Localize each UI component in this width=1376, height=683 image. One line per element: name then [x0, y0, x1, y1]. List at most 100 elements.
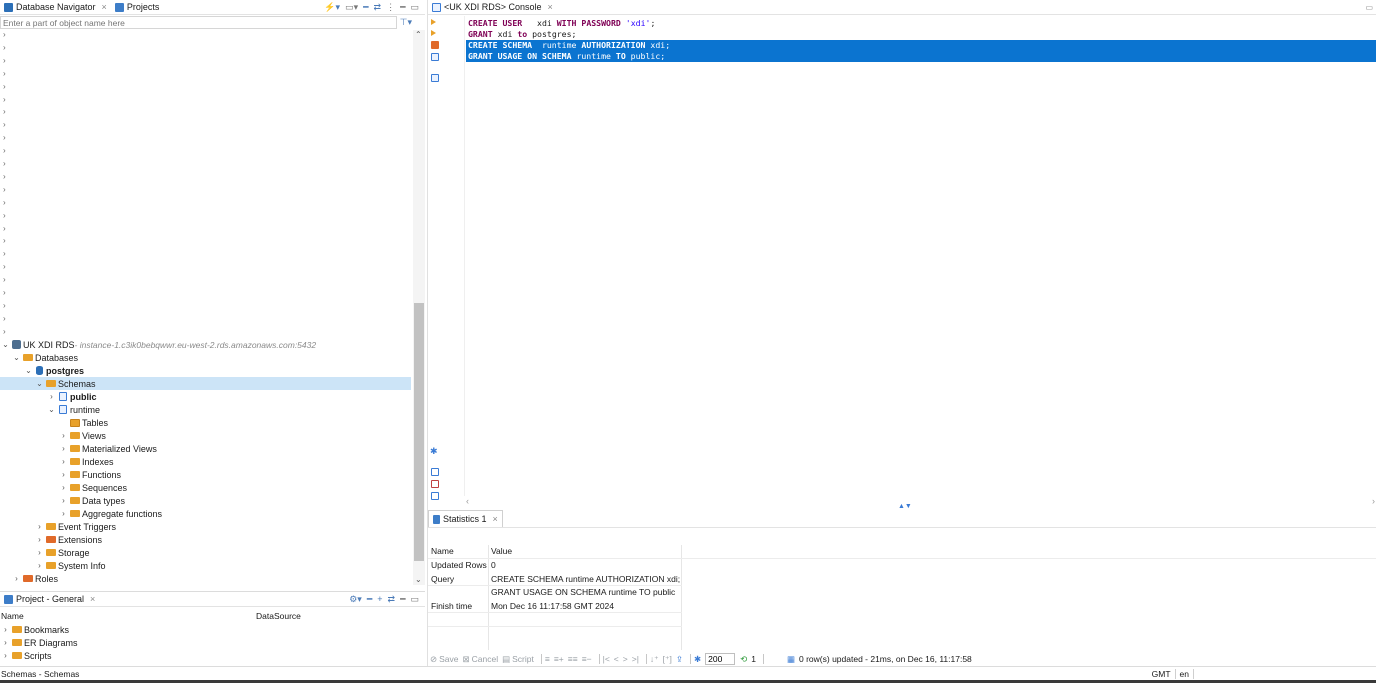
chevron-right-icon[interactable]: ›	[3, 198, 6, 207]
tree-item-roles[interactable]: › Roles	[12, 572, 58, 585]
chevron-right-icon[interactable]: ›	[59, 444, 68, 453]
chevron-right-icon[interactable]: ›	[47, 392, 56, 401]
grid-row[interactable]: Updated Rows 0	[428, 559, 682, 573]
status-bar-timezone[interactable]: GMT	[1152, 668, 1176, 679]
chevron-right-icon[interactable]: ›	[3, 301, 6, 310]
new-folder-icon[interactable]: ▭▾	[345, 2, 358, 13]
refresh-icon[interactable]: ⟲	[740, 654, 747, 665]
tab-database-navigator[interactable]: Database Navigator ×	[0, 0, 111, 15]
tab-statistics-1[interactable]: Statistics 1 ×	[428, 510, 503, 527]
grid-row[interactable]: GRANT USAGE ON SCHEMA runtime TO public	[428, 586, 682, 600]
chevron-right-icon[interactable]: ›	[59, 470, 68, 479]
new-script-icon[interactable]	[431, 53, 439, 61]
editor-horizontal-scrollbar[interactable]: ‹ ›	[466, 496, 1375, 506]
chevron-right-icon[interactable]: ›	[59, 496, 68, 505]
close-icon[interactable]: ×	[102, 2, 107, 12]
save-button[interactable]: ⊘ Save	[430, 654, 459, 665]
chevron-right-icon[interactable]: ›	[3, 56, 6, 65]
status-bar-locale[interactable]: en	[1176, 668, 1194, 679]
navigator-scrollbar[interactable]: ⌃ ⌄	[413, 30, 425, 585]
chevron-right-icon[interactable]: ›	[3, 30, 6, 39]
settings-icon[interactable]: ✱	[430, 446, 438, 457]
configure-icon[interactable]: ⚙▾	[349, 594, 362, 605]
first-page-icon[interactable]: |<	[603, 654, 610, 664]
chevron-right-icon[interactable]: ›	[59, 431, 68, 440]
chevron-right-icon[interactable]: ›	[3, 224, 6, 233]
export-data-icon[interactable]: ⇪	[676, 654, 683, 665]
chevron-right-icon[interactable]: ›	[3, 95, 6, 104]
chevron-right-icon[interactable]: ›	[35, 548, 44, 557]
fetch-size-settings-icon[interactable]: ✱	[694, 654, 701, 665]
next-page-icon[interactable]: >	[623, 654, 628, 664]
chevron-right-icon[interactable]: ›	[3, 43, 6, 52]
tab-projects[interactable]: Projects	[111, 0, 164, 15]
close-icon[interactable]: ×	[493, 514, 498, 524]
maximize-icon[interactable]: ▭	[1365, 3, 1373, 12]
chevron-right-icon[interactable]: ›	[3, 288, 6, 297]
maximize-icon[interactable]: ▭	[410, 2, 419, 13]
output-panel-icon[interactable]	[431, 74, 439, 82]
chevron-right-icon[interactable]: ›	[59, 509, 68, 518]
tree-item-tables[interactable]: Tables	[59, 416, 108, 429]
tree-item-aggregate-functions[interactable]: › Aggregate functions	[59, 507, 162, 520]
project-item-er-diagrams[interactable]: › ER Diagrams	[1, 636, 77, 649]
chevron-down-icon[interactable]: ⌄	[12, 353, 21, 362]
tree-item-functions[interactable]: › Functions	[59, 468, 121, 481]
close-icon[interactable]: ×	[90, 594, 95, 604]
chevron-right-icon[interactable]: ›	[35, 561, 44, 570]
project-col-name[interactable]: Name	[1, 611, 24, 621]
tree-item-system-info[interactable]: › System Info	[35, 559, 105, 572]
explain-plan-icon[interactable]	[431, 41, 439, 49]
cancel-button[interactable]: ⊠ Cancel	[463, 654, 499, 665]
connect-icon[interactable]: ⚡▾	[324, 2, 340, 13]
tree-item-materialized-views[interactable]: › Materialized Views	[59, 442, 157, 455]
chevron-right-icon[interactable]: ›	[1, 651, 10, 660]
previous-page-icon[interactable]: <	[614, 654, 619, 664]
chevron-right-icon[interactable]: ›	[3, 185, 6, 194]
scroll-up-icon[interactable]: ⌃	[415, 30, 422, 39]
last-page-icon[interactable]: >|	[632, 654, 639, 664]
tree-item-public[interactable]: › public	[47, 390, 96, 403]
copy-row-icon[interactable]: ≡≡	[568, 654, 578, 664]
grid-row[interactable]: Query CREATE SCHEMA runtime AUTHORIZATIO…	[428, 573, 682, 586]
export-icon[interactable]	[431, 468, 439, 476]
grid-header-value[interactable]: Value	[488, 545, 681, 559]
navigator-filter-input[interactable]	[0, 16, 397, 29]
tree-item-extensions[interactable]: › Extensions	[35, 533, 102, 546]
import-icon[interactable]	[431, 480, 439, 488]
execute-script-icon[interactable]	[431, 30, 436, 36]
chevron-right-icon[interactable]: ›	[3, 236, 6, 245]
scrollbar-thumb[interactable]	[414, 303, 424, 561]
collapse-all-icon[interactable]: ━	[363, 2, 368, 13]
chevron-right-icon[interactable]: ›	[59, 457, 68, 466]
chevron-right-icon[interactable]: ›	[3, 69, 6, 78]
chevron-right-icon[interactable]: ›	[3, 249, 6, 258]
sql-code-area[interactable]: CREATE USER xdi WITH PASSWORD 'xdi'; GRA…	[466, 18, 1376, 496]
chevron-down-icon[interactable]: ⌄	[35, 379, 44, 388]
project-col-datasource[interactable]: DataSource	[256, 611, 301, 621]
grid-header-name[interactable]: Name	[428, 545, 488, 559]
panel-resize-handle[interactable]: ▲▼	[898, 503, 912, 510]
collapse-icon[interactable]: ━	[367, 594, 372, 605]
project-item-bookmarks[interactable]: › Bookmarks	[1, 623, 69, 636]
grid-row[interactable]: Finish time Mon Dec 16 11:17:58 GMT 2024	[428, 600, 682, 613]
delete-row-icon[interactable]: ≡−	[582, 654, 592, 664]
chevron-down-icon[interactable]: ⌄	[47, 405, 56, 414]
tree-item-views[interactable]: › Views	[59, 429, 106, 442]
scroll-left-icon[interactable]: ‹	[466, 496, 469, 506]
chevron-right-icon[interactable]: ›	[3, 262, 6, 271]
chevron-right-icon[interactable]: ›	[3, 314, 6, 323]
chevron-down-icon[interactable]: ⌄	[1, 340, 10, 349]
tab-console[interactable]: <UK XDI RDS> Console ×	[428, 0, 557, 15]
add-icon[interactable]: +	[377, 594, 382, 604]
chevron-right-icon[interactable]: ›	[3, 82, 6, 91]
chevron-right-icon[interactable]: ›	[1, 625, 10, 634]
minimize-icon[interactable]: ━	[400, 594, 405, 605]
tree-item-data-types[interactable]: › Data types	[59, 494, 125, 507]
edit-row-icon[interactable]: ≡	[545, 654, 550, 664]
tree-item-schemas[interactable]: ⌄ Schemas	[35, 377, 95, 390]
minimize-icon[interactable]: ━	[400, 2, 405, 13]
tree-connection-uk-xdi-rds[interactable]: ⌄ UK XDI RDS - instance-1.c3ik0bebqwwr.e…	[1, 338, 316, 351]
maximize-icon[interactable]: ▭	[410, 594, 419, 605]
chevron-down-icon[interactable]: ⌄	[24, 366, 33, 375]
